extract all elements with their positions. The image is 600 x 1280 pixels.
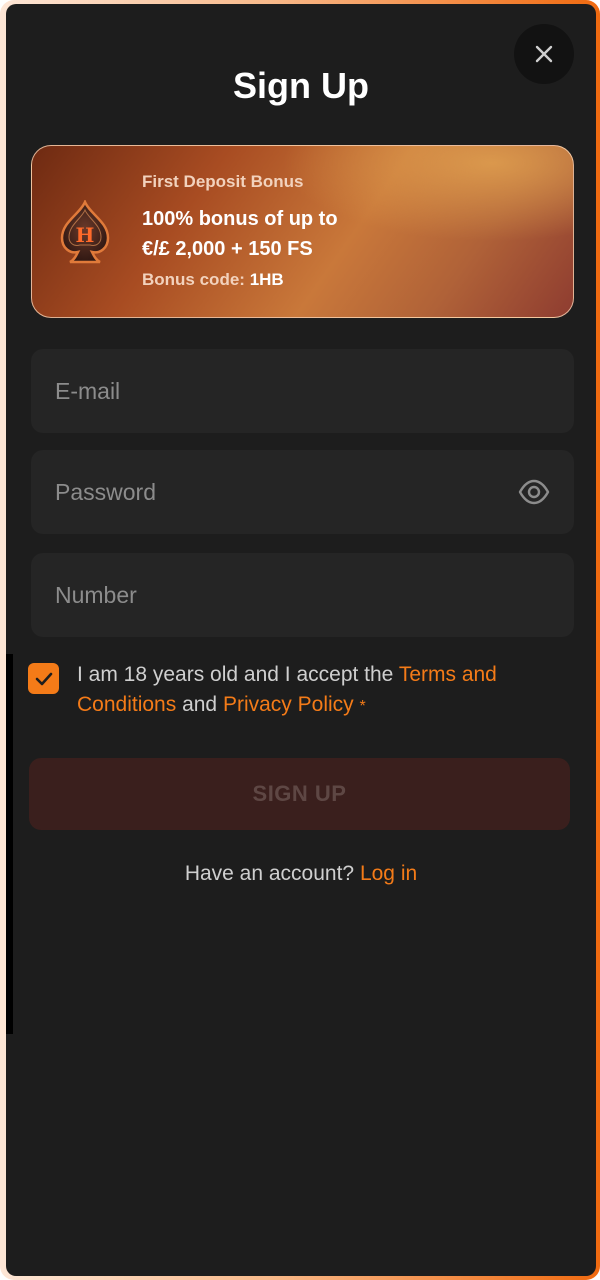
- bonus-code-value: 1HB: [249, 270, 284, 289]
- sign-up-button[interactable]: SIGN UP: [29, 758, 570, 830]
- first-deposit-bonus-card: H First Deposit Bonus 100% bonus of up t…: [31, 145, 574, 318]
- check-icon: [35, 672, 52, 685]
- eye-icon[interactable]: [518, 477, 550, 507]
- number-field-container: [31, 553, 574, 637]
- terms-text-middle: and: [176, 693, 223, 716]
- left-edge-bar: [6, 654, 13, 1034]
- have-account-text: Have an account?: [184, 862, 355, 885]
- terms-text: I am 18 years old and I accept the Terms…: [77, 660, 557, 722]
- signup-modal: Sign Up H First Deposit Bonus 100% bonus…: [6, 4, 596, 1276]
- bonus-offer-line1: 100% bonus of up to: [142, 208, 338, 230]
- password-field-container: [31, 450, 574, 534]
- log-in-link[interactable]: Log in: [360, 862, 417, 885]
- terms-text-before: I am 18 years old and I accept the: [77, 663, 399, 686]
- bonus-offer-line2: €/£ 2,000 + 150 FS: [142, 238, 313, 260]
- required-asterisk: *: [359, 698, 366, 715]
- modal-frame: Sign Up H First Deposit Bonus 100% bonus…: [0, 0, 600, 1280]
- close-icon: [535, 45, 553, 63]
- page-title: Sign Up: [233, 65, 369, 106]
- password-input[interactable]: [31, 450, 574, 534]
- bonus-code-label: Bonus code:: [142, 270, 245, 289]
- terms-checkbox[interactable]: [28, 663, 59, 694]
- bonus-offer: 100% bonus of up to €/£ 2,000 + 150 FS: [142, 204, 542, 264]
- login-prompt: Have an account? Log in: [6, 862, 596, 886]
- email-field-container: [31, 349, 574, 433]
- spade-h-logo-icon: H: [60, 200, 110, 264]
- bonus-code: Bonus code: 1HB: [142, 270, 284, 290]
- number-input[interactable]: [31, 553, 574, 637]
- bonus-heading: First Deposit Bonus: [142, 172, 304, 191]
- svg-text:H: H: [76, 223, 95, 247]
- privacy-policy-link[interactable]: Privacy Policy: [223, 693, 354, 716]
- email-input[interactable]: [31, 349, 574, 433]
